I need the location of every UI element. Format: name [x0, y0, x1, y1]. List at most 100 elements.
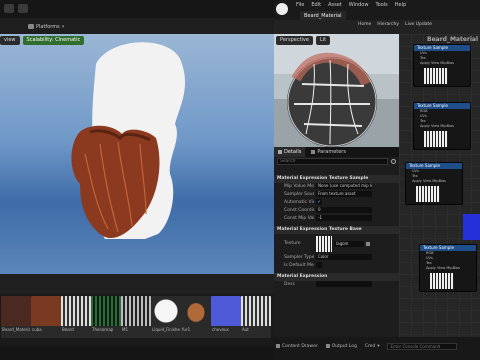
row-mip-value-mode: Mip Value ModeNone (use computed mip le: [274, 183, 399, 191]
const-coordinate-input[interactable]: 0: [316, 207, 372, 213]
asset-thumbnail[interactable]: cheveux: [211, 296, 241, 338]
details-icon: [278, 150, 282, 154]
menu-file[interactable]: File: [296, 2, 304, 8]
thumbnail-label: fur1: [182, 327, 191, 332]
content-button[interactable]: [18, 4, 28, 13]
tab-parameters[interactable]: Parameters: [307, 147, 350, 157]
search-icon[interactable]: [391, 159, 396, 164]
node-preview: [430, 273, 454, 289]
asset-thumbnail[interactable]: cuba: [31, 296, 61, 338]
row-is-default: Is Default Meshpaint: [274, 262, 399, 270]
thumbnail-label: Aut: [242, 327, 249, 332]
row-label: Texture: [284, 241, 301, 246]
scalability-button[interactable]: Scalability: Cinematic: [22, 36, 85, 45]
texture-asset-picker[interactable]: lagom: [334, 241, 364, 247]
screen: Platforms ▾ view Scalability: Cinematic …: [0, 0, 480, 360]
texture-thumbnail[interactable]: [316, 236, 332, 252]
node-preview: [424, 131, 448, 147]
home-button[interactable]: Home: [358, 22, 371, 27]
section-texture-sample[interactable]: Material Expression Texture Sample: [274, 175, 399, 183]
texture-sample-node[interactable]: Texture Sample UVs Tex Apply View MipBia…: [413, 44, 471, 87]
content-browser-toolbar: [0, 274, 274, 294]
asset-thumbnail[interactable]: M1: [121, 296, 151, 338]
asset-thumbnail[interactable]: fur1: [181, 296, 211, 338]
row-desc: Desc: [274, 281, 399, 289]
const-mip-value-input[interactable]: -1: [316, 215, 372, 221]
material-graph[interactable]: Beard_Material Texture Sample UVs Tex Ap…: [399, 34, 480, 337]
tab-beard-material[interactable]: Beard_Material: [300, 11, 346, 20]
asset-thumbnail[interactable]: Thenomap: [91, 296, 121, 338]
automatic-view-mip-checkbox[interactable]: ✔: [316, 199, 322, 205]
output-log-button[interactable]: Output Log: [325, 343, 357, 349]
platforms-label: Platforms: [36, 23, 60, 30]
row-label: Sampler Source: [284, 192, 314, 197]
section-texture-base[interactable]: Material Expression Texture Base: [274, 226, 399, 234]
menu-asset[interactable]: Asset: [328, 2, 342, 8]
perspective-button[interactable]: Perspective: [276, 36, 313, 45]
node-pin[interactable]: Apply View MipBias: [406, 179, 462, 184]
menu-tools[interactable]: Tools: [375, 2, 387, 8]
mip-value-mode-dropdown[interactable]: None (use computed mip le: [316, 183, 372, 189]
asset-thumbnail[interactable]: Aut: [241, 296, 271, 338]
tab-details[interactable]: Details: [274, 147, 306, 157]
row-label: Is Default Meshpaint: [284, 263, 314, 268]
material-preview-viewport[interactable]: [274, 34, 399, 147]
node-pin[interactable]: Apply View MipBias: [414, 124, 470, 129]
thumbnail-image: [1, 296, 31, 326]
asset-thumbnail[interactable]: Beard: [61, 296, 91, 338]
menu-edit[interactable]: Edit: [311, 2, 321, 8]
search-input[interactable]: [277, 158, 388, 165]
node-pin[interactable]: Apply View MipBias: [420, 266, 476, 271]
row-label: Const Mip Value: [284, 216, 314, 221]
row-sampler-type: Sampler Type Color: [274, 254, 399, 262]
row-const-mip-value: Const Mip Value-1: [274, 215, 399, 223]
section-expression[interactable]: Material Expression: [274, 273, 399, 281]
is-default-checkbox[interactable]: [316, 262, 322, 268]
platforms-button[interactable]: Platforms ▾: [28, 22, 64, 31]
tab-details-label: Details: [284, 149, 302, 155]
row-label: Const Coordinate: [284, 208, 314, 213]
select-mode-button[interactable]: [4, 4, 14, 13]
level-editor-tabs-row: [0, 0, 274, 18]
row-texture: Texture lagom: [274, 234, 399, 254]
thumbnail-label: Beard_Material: [2, 327, 30, 332]
desc-input[interactable]: [316, 281, 372, 287]
thumbnail-image: [181, 296, 211, 326]
content-drawer-button[interactable]: Content Drawer: [276, 344, 318, 349]
cmd-dropdown[interactable]: Cmd ▾: [365, 344, 380, 349]
sampler-source-dropdown[interactable]: From texture asset: [316, 191, 372, 197]
row-const-coordinate: Const Coordinate0: [274, 207, 399, 215]
hierarchy-button[interactable]: Hierarchy: [377, 22, 399, 27]
browse-icon[interactable]: [366, 242, 370, 246]
thumbnail-label: M1: [122, 327, 128, 332]
texture-sample-node[interactable]: Texture Sample RGB UVs Tex Apply View Mi…: [413, 102, 471, 150]
chevron-down-icon: ▾: [377, 343, 380, 349]
lit-button[interactable]: Lit: [315, 36, 331, 45]
viewport-overlay-bar: view Scalability: Cinematic: [0, 36, 85, 45]
texture-sample-node[interactable]: Texture Sample RGB UVs Tex Apply View Mi…: [419, 244, 477, 292]
thumbnail-label: cuba: [32, 327, 42, 332]
thumbnail-label: Liquid_Finisher: [152, 327, 180, 332]
asset-thumbnail[interactable]: Liquid_Finisher: [151, 296, 181, 338]
content-browser-status: [0, 346, 274, 360]
toolbar-items: Home Hierarchy Live Update: [358, 22, 432, 27]
graph-title: Beard_Material: [427, 36, 479, 43]
menu-window[interactable]: Window: [349, 2, 369, 8]
chevron-down-icon: ▾: [61, 23, 65, 30]
menu-help[interactable]: Help: [395, 2, 406, 8]
row-automatic-view-mip: Automatic View Mip B✔: [274, 199, 399, 207]
level-viewport[interactable]: [0, 34, 274, 274]
thumbnail-label: cheveux: [212, 327, 229, 332]
status-bar-items: Content Drawer Output Log Cmd ▾: [276, 341, 458, 351]
parameters-icon: [311, 150, 316, 154]
console-input[interactable]: [387, 342, 458, 350]
sampler-type-dropdown[interactable]: Color: [316, 254, 372, 260]
view-mode-button[interactable]: view: [0, 36, 20, 45]
row-label: Desc: [284, 282, 296, 287]
node-pin[interactable]: Apply View MipBias: [414, 61, 470, 66]
live-update-button[interactable]: Live Update: [405, 22, 432, 27]
output-log-label: Output Log: [331, 343, 357, 349]
texture-sample-node[interactable]: Texture Sample UVs Tex Apply View MipBia…: [405, 162, 463, 205]
cmd-label: Cmd: [364, 343, 376, 349]
asset-thumbnail[interactable]: Beard_Material: [1, 296, 31, 338]
